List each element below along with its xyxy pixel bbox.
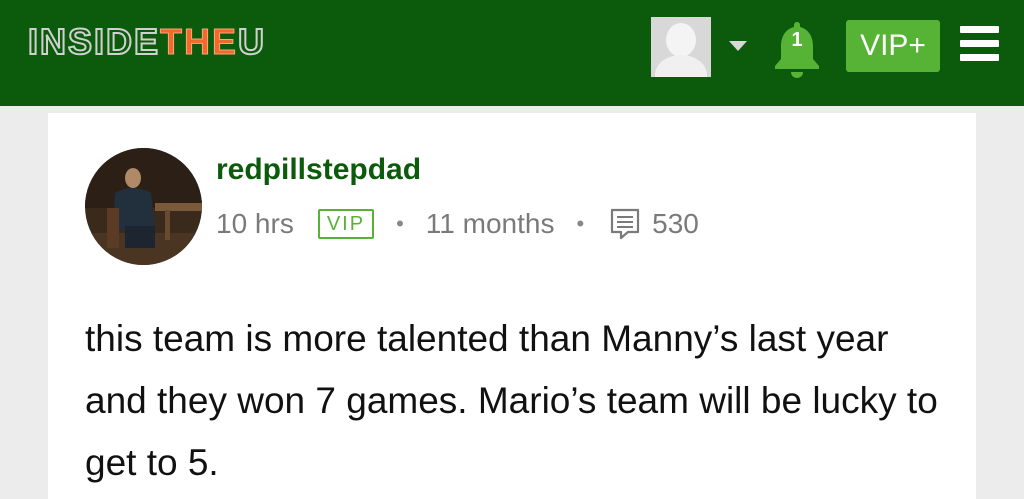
post-count: 530 <box>652 208 699 239</box>
chevron-down-icon[interactable] <box>729 41 747 51</box>
post-card: redpillstepdad 10 hrs VIP • 11 months • … <box>48 113 976 499</box>
notifications-button[interactable]: 1 <box>772 19 822 79</box>
post-timestamp: 10 hrs <box>216 208 294 239</box>
post-body-text: this team is more talented than Manny’s … <box>85 318 938 483</box>
separator-dot: • <box>576 211 585 236</box>
user-avatar-button[interactable] <box>651 17 711 77</box>
site-logo[interactable]: INSIDE THE U <box>27 20 267 64</box>
vip-plus-button[interactable]: VIP+ <box>846 20 940 72</box>
logo-text-inside: INSIDE <box>27 21 161 62</box>
logo-text-u: U <box>237 21 267 62</box>
avatar-placeholder-head <box>666 23 696 57</box>
member-duration: 11 months <box>425 208 555 239</box>
logo-text-the: THE <box>160 21 239 62</box>
vip-badge: VIP <box>317 209 375 239</box>
hamburger-menu-icon[interactable] <box>960 26 999 62</box>
top-navigation-bar: INSIDE THE U 1 VIP+ <box>0 0 1024 106</box>
poster-avatar-image <box>85 148 202 265</box>
separator-dot: • <box>396 211 404 236</box>
notification-count-badge: 1 <box>791 29 803 51</box>
post-metadata: 10 hrs VIP • 11 months • 530 <box>216 207 699 241</box>
poster-avatar[interactable] <box>85 148 202 265</box>
poster-username[interactable]: redpillstepdad <box>216 153 421 187</box>
avatar-placeholder-body <box>655 55 707 77</box>
comment-icon <box>610 208 640 240</box>
